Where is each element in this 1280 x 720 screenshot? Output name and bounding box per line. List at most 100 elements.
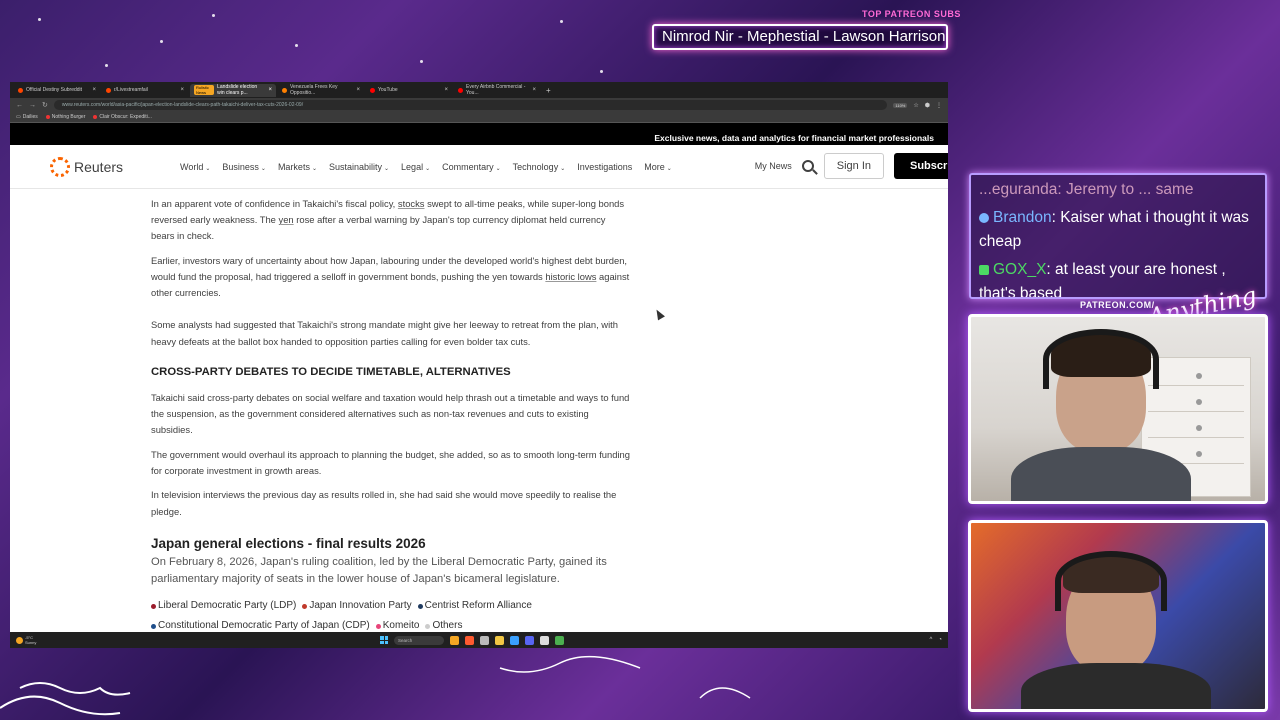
site-header: Reuters World ⌄ Business ⌄ Markets ⌄ Sustai…	[10, 145, 948, 189]
weather-widget[interactable]: -5°C Sunny	[10, 635, 380, 645]
paragraph: Takaichi said cross-party debates on soc…	[151, 392, 630, 436]
bookmark-clair-obscur[interactable]: Clair Obscur: Expediti...	[93, 114, 152, 120]
nav-label: World	[180, 161, 204, 172]
new-tab-icon[interactable]: +	[546, 86, 551, 95]
chevron-down-icon: ⌄	[260, 165, 266, 172]
bookmark-star-icon[interactable]: ☆	[913, 102, 918, 109]
weather-desc: Sunny	[25, 640, 37, 645]
nav-sustainability[interactable]: Sustainability ⌄	[329, 162, 389, 172]
nav-commentary[interactable]: Commentary ⌄	[442, 162, 501, 172]
stocks-link[interactable]: stocks	[398, 198, 425, 209]
tab-livestreamfail[interactable]: r/Livestreamfail ×	[102, 84, 188, 97]
nav-investigations[interactable]: Investigations	[577, 162, 632, 172]
tab-label: Venezuela Frees Key Oppositio...	[290, 84, 338, 96]
legend-label: Others	[432, 620, 463, 632]
legend-swatch	[375, 623, 381, 629]
nav-label: Technology	[512, 161, 559, 172]
chevron-up-icon[interactable]: ^	[930, 637, 933, 643]
reddit-icon	[45, 115, 50, 119]
sign-in-button[interactable]: Sign In	[823, 153, 884, 179]
paragraph: Some analysts had suggested that Takaich…	[151, 319, 618, 347]
legend-swatch	[425, 623, 431, 629]
widget-icon[interactable]	[450, 635, 459, 645]
yen-link[interactable]: yen	[279, 214, 294, 225]
chat-username: Brandon	[993, 209, 1052, 226]
paragraph: Earlier, investors wary of uncertainty a…	[151, 253, 631, 302]
close-icon[interactable]: ×	[532, 87, 536, 93]
legend-label: Komeito	[382, 620, 420, 632]
host-shirt	[1011, 447, 1191, 501]
site-icon	[93, 115, 98, 119]
kick-badge-icon	[979, 264, 989, 275]
results-lead: On February 8, 2026, Japan's ruling coal…	[151, 556, 607, 586]
legend-item: Komeito	[375, 618, 420, 632]
youtube-icon	[370, 87, 375, 93]
nav-business[interactable]: Business ⌄	[222, 162, 266, 172]
close-icon[interactable]: ×	[92, 87, 96, 93]
close-icon[interactable]: ×	[356, 87, 360, 93]
tab-bar: Official Destiny Subreddit × r/Livestrea…	[10, 82, 948, 98]
wifi-icon[interactable]: ◔	[938, 637, 942, 643]
my-news-link[interactable]: My News	[755, 161, 792, 171]
taskbar-search[interactable]: Search	[394, 635, 444, 645]
primary-nav: World ⌄ Business ⌄ Markets ⌄ Sustainability…	[180, 162, 672, 172]
tab-airbnb-commercial[interactable]: Every Airbnb Commercial - You... ×	[454, 84, 540, 97]
nav-technology[interactable]: Technology ⌄	[513, 162, 566, 172]
extensions-icon[interactable]: ⬢	[925, 102, 930, 109]
reddit-icon	[106, 87, 111, 93]
subscribe-button[interactable]: Subscribe	[894, 153, 948, 179]
close-icon[interactable]: ×	[268, 87, 272, 93]
back-icon[interactable]: ←	[16, 102, 23, 109]
section-heading: CROSS-PARTY DEBATES TO DECIDE TIMETABLE,…	[151, 365, 511, 378]
chevron-down-icon: ⌄	[495, 165, 501, 172]
zoom-level[interactable]: 110%	[893, 102, 908, 108]
task-view-icon[interactable]	[480, 635, 489, 645]
file-explorer-icon[interactable]	[495, 635, 504, 645]
promo-banner[interactable]: Exclusive news, data and analytics for f…	[10, 132, 948, 145]
discord-icon[interactable]	[525, 635, 534, 645]
sun-icon	[16, 636, 23, 644]
nav-label: Commentary	[442, 161, 494, 172]
tab-reuters-article[interactable]: Rulistic News Landslide election win cle…	[190, 83, 276, 97]
desktop-doodles	[0, 655, 751, 716]
system-tray: ^ ◔	[930, 637, 948, 643]
historic-lows-link[interactable]: historic lows	[545, 271, 596, 282]
reload-icon[interactable]: ↻	[42, 101, 48, 109]
bookmark-label: Clair Obscur: Expediti...	[99, 114, 152, 120]
nav-more[interactable]: More ⌄	[644, 162, 672, 172]
stream-chat: ...eguranda: Jeremy to ... same Brandon:…	[969, 173, 1267, 299]
obs-icon[interactable]	[540, 635, 549, 645]
brave-browser-icon[interactable]	[465, 635, 474, 645]
nav-label: More	[644, 161, 665, 172]
folder-icon: ▭	[16, 114, 21, 120]
steam-icon[interactable]	[510, 635, 519, 645]
bookmark-dailies[interactable]: ▭ Dailies	[16, 114, 38, 120]
bookmark-nothing-burger[interactable]: Nothing Burger	[45, 114, 85, 120]
chat-message: Brandon: Kaiser what i thought it was ch…	[979, 206, 1257, 254]
chevron-down-icon: ⌄	[205, 165, 211, 172]
nav-label: Legal	[401, 161, 424, 172]
menu-icon[interactable]: ⋮	[936, 102, 942, 109]
reuters-logo[interactable]: Reuters	[50, 156, 180, 177]
close-icon[interactable]: ×	[180, 87, 184, 93]
address-row: ← → ↻ www.reuters.com/world/asia-pacific…	[10, 98, 948, 112]
tab-group-chip[interactable]: Rulistic News	[194, 85, 215, 95]
bookmark-label: Dailies	[22, 114, 38, 120]
nav-world[interactable]: World ⌄	[180, 162, 210, 172]
search-icon[interactable]	[801, 160, 814, 172]
nav-legal[interactable]: Legal ⌄	[401, 162, 430, 172]
forward-icon[interactable]: →	[29, 102, 36, 109]
legend-label: Liberal Democratic Party (LDP)	[158, 600, 297, 612]
tab-venezuela[interactable]: Venezuela Frees Key Oppositio... ×	[278, 84, 364, 97]
address-bar[interactable]: www.reuters.com/world/asia-pacific/japan…	[53, 100, 888, 110]
nav-markets[interactable]: Markets ⌄	[278, 162, 317, 172]
windows-start-icon[interactable]	[380, 636, 388, 644]
chrome-icon[interactable]	[555, 635, 564, 645]
divider	[10, 123, 948, 132]
top-patreon-subs-label: TOP PATREON SUBS	[862, 9, 961, 19]
results-legend: Liberal Democratic Party (LDP) Japan Inn…	[151, 598, 631, 632]
close-icon[interactable]: ×	[444, 87, 448, 93]
windows-taskbar: -5°C Sunny Search ^ ◔	[10, 632, 948, 648]
tab-youtube[interactable]: YouTube ×	[366, 84, 452, 97]
tab-official-destiny[interactable]: Official Destiny Subreddit ×	[14, 84, 100, 97]
